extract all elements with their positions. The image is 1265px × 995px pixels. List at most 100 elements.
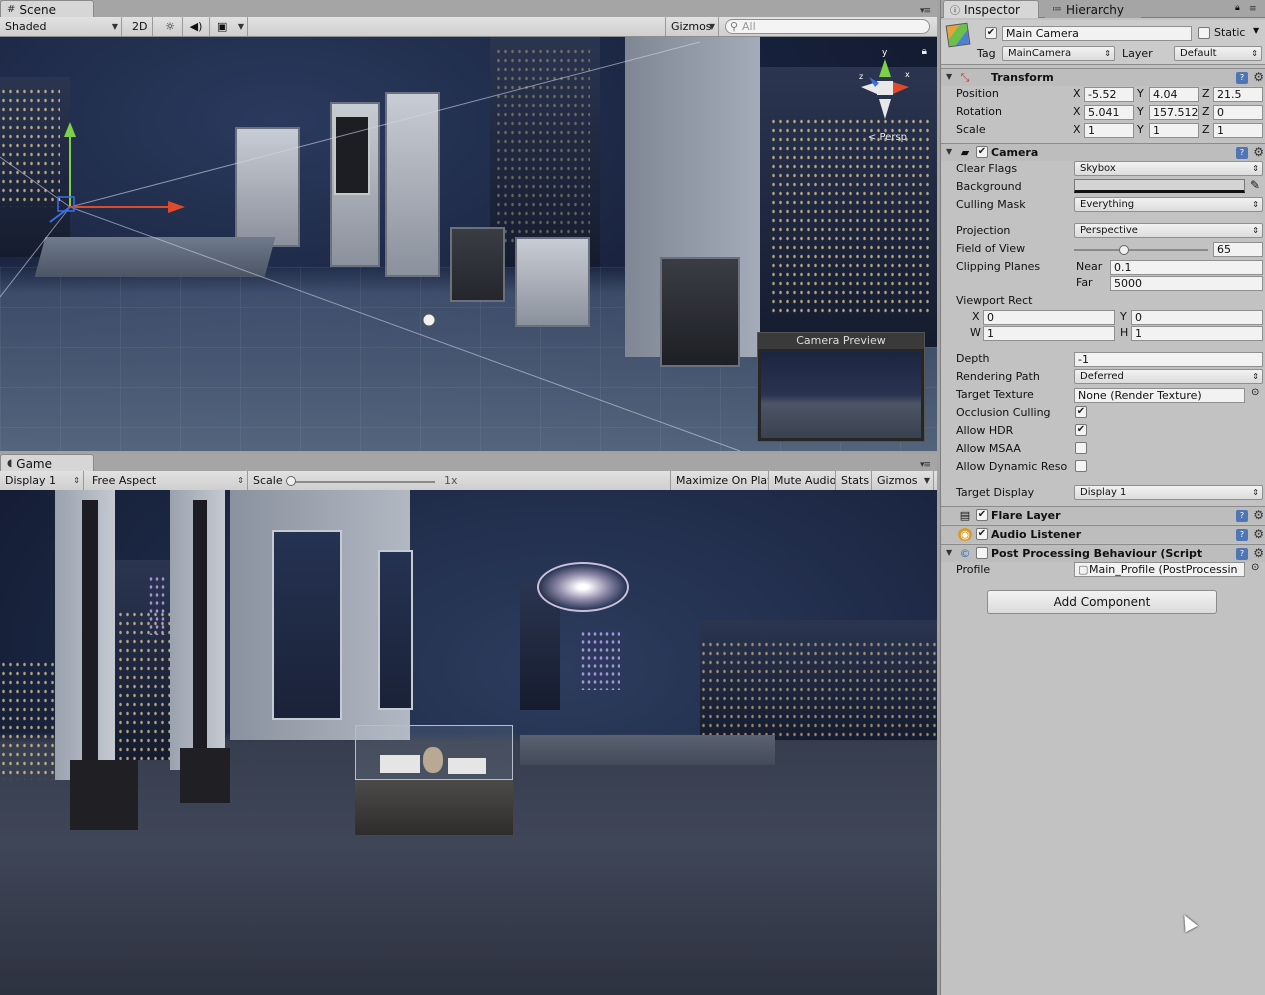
chevron-down-icon[interactable]: ▼ bbox=[1253, 26, 1259, 35]
panel-menu-icon[interactable]: ▾≡ bbox=[920, 460, 931, 470]
scale-y-field[interactable]: 1 bbox=[1149, 123, 1199, 138]
scale-slider-track[interactable] bbox=[290, 481, 435, 483]
audio-listener-checkbox[interactable]: ✔ bbox=[976, 528, 988, 540]
post-processing-header[interactable]: ▼ © Post Processing Behaviour (Script ? … bbox=[941, 544, 1265, 562]
flare-layer-checkbox[interactable]: ✔ bbox=[976, 509, 988, 521]
depth-field[interactable]: -1 bbox=[1074, 352, 1263, 367]
gear-icon[interactable]: ⚙ bbox=[1253, 145, 1264, 159]
scale-z-field[interactable]: 1 bbox=[1213, 123, 1263, 138]
tab-scene[interactable]: # Scene bbox=[0, 0, 94, 18]
viewport-x-field[interactable]: 0 bbox=[983, 310, 1115, 325]
effects-dropdown[interactable]: ▣ ▼ bbox=[212, 17, 248, 36]
help-icon[interactable]: ? bbox=[1236, 529, 1248, 541]
game-pillar-base bbox=[180, 748, 230, 803]
tag-value: MainCamera bbox=[1008, 48, 1072, 59]
rotation-z-field[interactable]: 0 bbox=[1213, 105, 1263, 120]
gear-icon[interactable]: ⚙ bbox=[1253, 70, 1264, 84]
camera-header[interactable]: ▼ ▰ ✔ Camera ? ⚙ bbox=[941, 143, 1265, 161]
camera-enabled-checkbox[interactable]: ✔ bbox=[976, 146, 988, 158]
scene-viewport[interactable]: y x z 🔒︎ < Persp Camera Preview bbox=[0, 37, 937, 451]
projection-dropdown[interactable]: Perspective ⇕ bbox=[1074, 223, 1263, 238]
transform-header[interactable]: ▼ ⤡ Transform ? ⚙ bbox=[941, 68, 1265, 86]
viewport-y-field[interactable]: 0 bbox=[1131, 310, 1263, 325]
scene-gizmos-dropdown[interactable]: Gizmos ▼ bbox=[665, 17, 719, 36]
viewport-h-field[interactable]: 1 bbox=[1131, 326, 1263, 341]
axis-z-label: Z bbox=[1202, 105, 1210, 118]
gear-icon[interactable]: ⚙ bbox=[1253, 546, 1264, 560]
position-z-field[interactable]: 21.5 bbox=[1213, 87, 1263, 102]
audio-toggle[interactable]: ◀) bbox=[183, 17, 210, 36]
static-checkbox[interactable] bbox=[1198, 27, 1210, 39]
eyedropper-icon[interactable]: ✎ bbox=[1250, 178, 1260, 192]
rotation-x-field[interactable]: 5.041 bbox=[1084, 105, 1134, 120]
clear-flags-value: Skybox bbox=[1080, 163, 1116, 174]
gear-icon[interactable]: ⚙ bbox=[1253, 527, 1264, 541]
profile-field[interactable]: ▢ Main_Profile (PostProcessin bbox=[1074, 562, 1245, 577]
object-picker-icon[interactable]: ⊙ bbox=[1251, 562, 1259, 573]
game-gizmos-dropdown[interactable]: Gizmos ▼ bbox=[872, 471, 934, 490]
occlusion-culling-checkbox[interactable]: ✔ bbox=[1075, 406, 1087, 418]
target-display-dropdown[interactable]: Display 1 ⇕ bbox=[1074, 485, 1263, 500]
position-x-field[interactable]: -5.52 bbox=[1084, 87, 1134, 102]
lighting-toggle[interactable]: ☼ bbox=[158, 17, 183, 36]
shading-mode-dropdown[interactable]: Shaded ▼ bbox=[0, 17, 122, 36]
far-field[interactable]: 5000 bbox=[1110, 276, 1263, 291]
layer-dropdown[interactable]: Default ⇕ bbox=[1174, 46, 1262, 61]
target-display-value: Display 1 bbox=[1080, 487, 1127, 498]
object-picker-icon[interactable]: ⊙ bbox=[1251, 387, 1259, 398]
tab-inspector[interactable]: ⓘ Inspector bbox=[943, 0, 1039, 18]
orientation-gizmo[interactable]: y x z bbox=[853, 47, 917, 127]
perspective-label[interactable]: < Persp bbox=[868, 132, 907, 143]
rendering-path-dropdown[interactable]: Deferred ⇕ bbox=[1074, 369, 1263, 384]
viewport-w-field[interactable]: 1 bbox=[983, 326, 1115, 341]
fov-field[interactable]: 65 bbox=[1213, 242, 1263, 257]
display-dropdown[interactable]: Display 1 ⇕ bbox=[0, 471, 84, 490]
culling-mask-dropdown[interactable]: Everything ⇕ bbox=[1074, 197, 1263, 212]
list-icon: ≔ bbox=[1052, 4, 1062, 15]
game-viewport[interactable] bbox=[0, 490, 937, 995]
help-icon[interactable]: ? bbox=[1236, 72, 1248, 84]
tab-hierarchy[interactable]: ≔ Hierarchy bbox=[1045, 0, 1141, 18]
rotation-y-field[interactable]: 157.512 bbox=[1149, 105, 1199, 120]
svg-text:y: y bbox=[882, 48, 888, 58]
target-texture-label: Target Texture bbox=[956, 388, 1034, 401]
near-field[interactable]: 0.1 bbox=[1110, 260, 1263, 275]
toggle-2d-button[interactable]: 2D bbox=[127, 17, 153, 36]
scale-x-field[interactable]: 1 bbox=[1084, 123, 1134, 138]
grid-icon: # bbox=[7, 4, 16, 15]
scene-search-input[interactable]: ⚲ All bbox=[725, 19, 930, 34]
stats-toggle[interactable]: Stats bbox=[836, 471, 872, 490]
fov-slider-thumb[interactable] bbox=[1118, 245, 1129, 255]
help-icon[interactable]: ? bbox=[1236, 548, 1248, 560]
lock-icon[interactable]: 🔒︎ bbox=[1235, 3, 1240, 13]
lock-icon[interactable]: 🔒︎ bbox=[922, 46, 927, 57]
tag-dropdown[interactable]: MainCamera ⇕ bbox=[1002, 46, 1115, 61]
add-component-button[interactable]: Add Component bbox=[987, 590, 1217, 614]
post-processing-checkbox[interactable] bbox=[976, 547, 988, 559]
help-icon[interactable]: ? bbox=[1236, 510, 1248, 522]
allow-msaa-checkbox[interactable] bbox=[1075, 442, 1087, 454]
fov-slider-track[interactable] bbox=[1074, 249, 1208, 251]
allow-hdr-checkbox[interactable]: ✔ bbox=[1075, 424, 1087, 436]
rendering-path-label: Rendering Path bbox=[956, 370, 1040, 383]
audio-listener-header[interactable]: ◉ ✔ Audio Listener ? ⚙ bbox=[941, 525, 1265, 543]
background-color-field[interactable] bbox=[1074, 179, 1245, 193]
help-icon[interactable]: ? bbox=[1236, 147, 1248, 159]
active-checkbox[interactable]: ✔ bbox=[985, 27, 997, 39]
target-texture-field[interactable]: None (Render Texture) bbox=[1074, 388, 1245, 403]
aspect-dropdown[interactable]: Free Aspect ⇕ bbox=[87, 471, 248, 490]
flare-layer-header[interactable]: ▤ ✔ Flare Layer ? ⚙ bbox=[941, 506, 1265, 524]
occlusion-culling-label: Occlusion Culling bbox=[956, 406, 1051, 419]
maximize-on-play-toggle[interactable]: Maximize On Play bbox=[670, 471, 769, 490]
mute-audio-toggle[interactable]: Mute Audio bbox=[769, 471, 836, 490]
object-name-field[interactable]: Main Camera bbox=[1002, 26, 1192, 41]
scale-slider-thumb[interactable] bbox=[286, 476, 296, 486]
panel-menu-icon[interactable]: ≡ bbox=[1249, 4, 1256, 14]
layer-value: Default bbox=[1180, 48, 1217, 59]
clear-flags-dropdown[interactable]: Skybox ⇕ bbox=[1074, 161, 1263, 176]
gear-icon[interactable]: ⚙ bbox=[1253, 508, 1264, 522]
position-y-field[interactable]: 4.04 bbox=[1149, 87, 1199, 102]
panel-menu-icon[interactable]: ▾≡ bbox=[920, 6, 931, 16]
allow-dynamic-resolution-checkbox[interactable] bbox=[1075, 460, 1087, 472]
tab-game[interactable]: ◖ Game bbox=[0, 454, 94, 472]
